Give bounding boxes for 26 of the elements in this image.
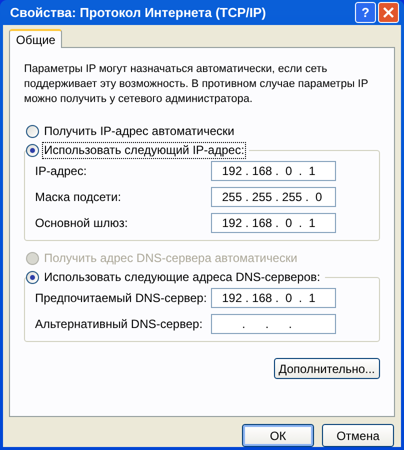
dialog-button[interactable]: ОК [242, 424, 314, 447]
help-button[interactable]: ? [355, 2, 376, 23]
close-button[interactable] [378, 2, 399, 23]
radio-label: Использовать следующий IP-адрес: [43, 143, 246, 158]
close-icon [383, 7, 394, 18]
ip-address-field[interactable]: 192 . 168 . 0 . 1 [211, 161, 336, 181]
ip-address-field[interactable]: 192 . 168 . 0 . 1 [211, 213, 336, 233]
field-label: Основной шлюз: [35, 215, 129, 232]
field-label: Маска подсети: [35, 189, 122, 206]
radio-label: Использовать следующие адреса DNS-серверов: [43, 270, 322, 285]
ip-address-field[interactable]: . . . [211, 314, 336, 334]
field-label: Предпочитаемый DNS-сервер: [35, 290, 208, 307]
tab[interactable]: Общие [9, 29, 62, 48]
window-title: Свойства: Протокол Интернета (TCP/IP) [10, 4, 267, 22]
ip-address-field[interactable]: 192 . 168 . 0 . 1 [211, 288, 336, 308]
field-label: Альтернативный DNS-сервер: [35, 316, 204, 333]
dialog-button[interactable]: Отмена [322, 424, 394, 447]
advanced-button[interactable]: Дополнительно... [274, 358, 380, 379]
description-text: Параметры IP могут назначаться автоматически, если сеть поддерживает эту возможность. В противном случае параметры IP можно получить у сетевого администратора. [24, 62, 369, 107]
radio-button[interactable] [26, 144, 39, 157]
radio-label: Получить IP-адрес автоматически [43, 124, 236, 139]
radio-button[interactable] [26, 125, 39, 138]
field-label: IP-адрес: [35, 163, 88, 180]
ip-address-field[interactable]: 255 . 255 . 255 . 0 [211, 187, 336, 207]
radio-button[interactable] [26, 271, 39, 284]
radio-label: Получить адрес DNS-сервера автоматически [43, 251, 298, 266]
